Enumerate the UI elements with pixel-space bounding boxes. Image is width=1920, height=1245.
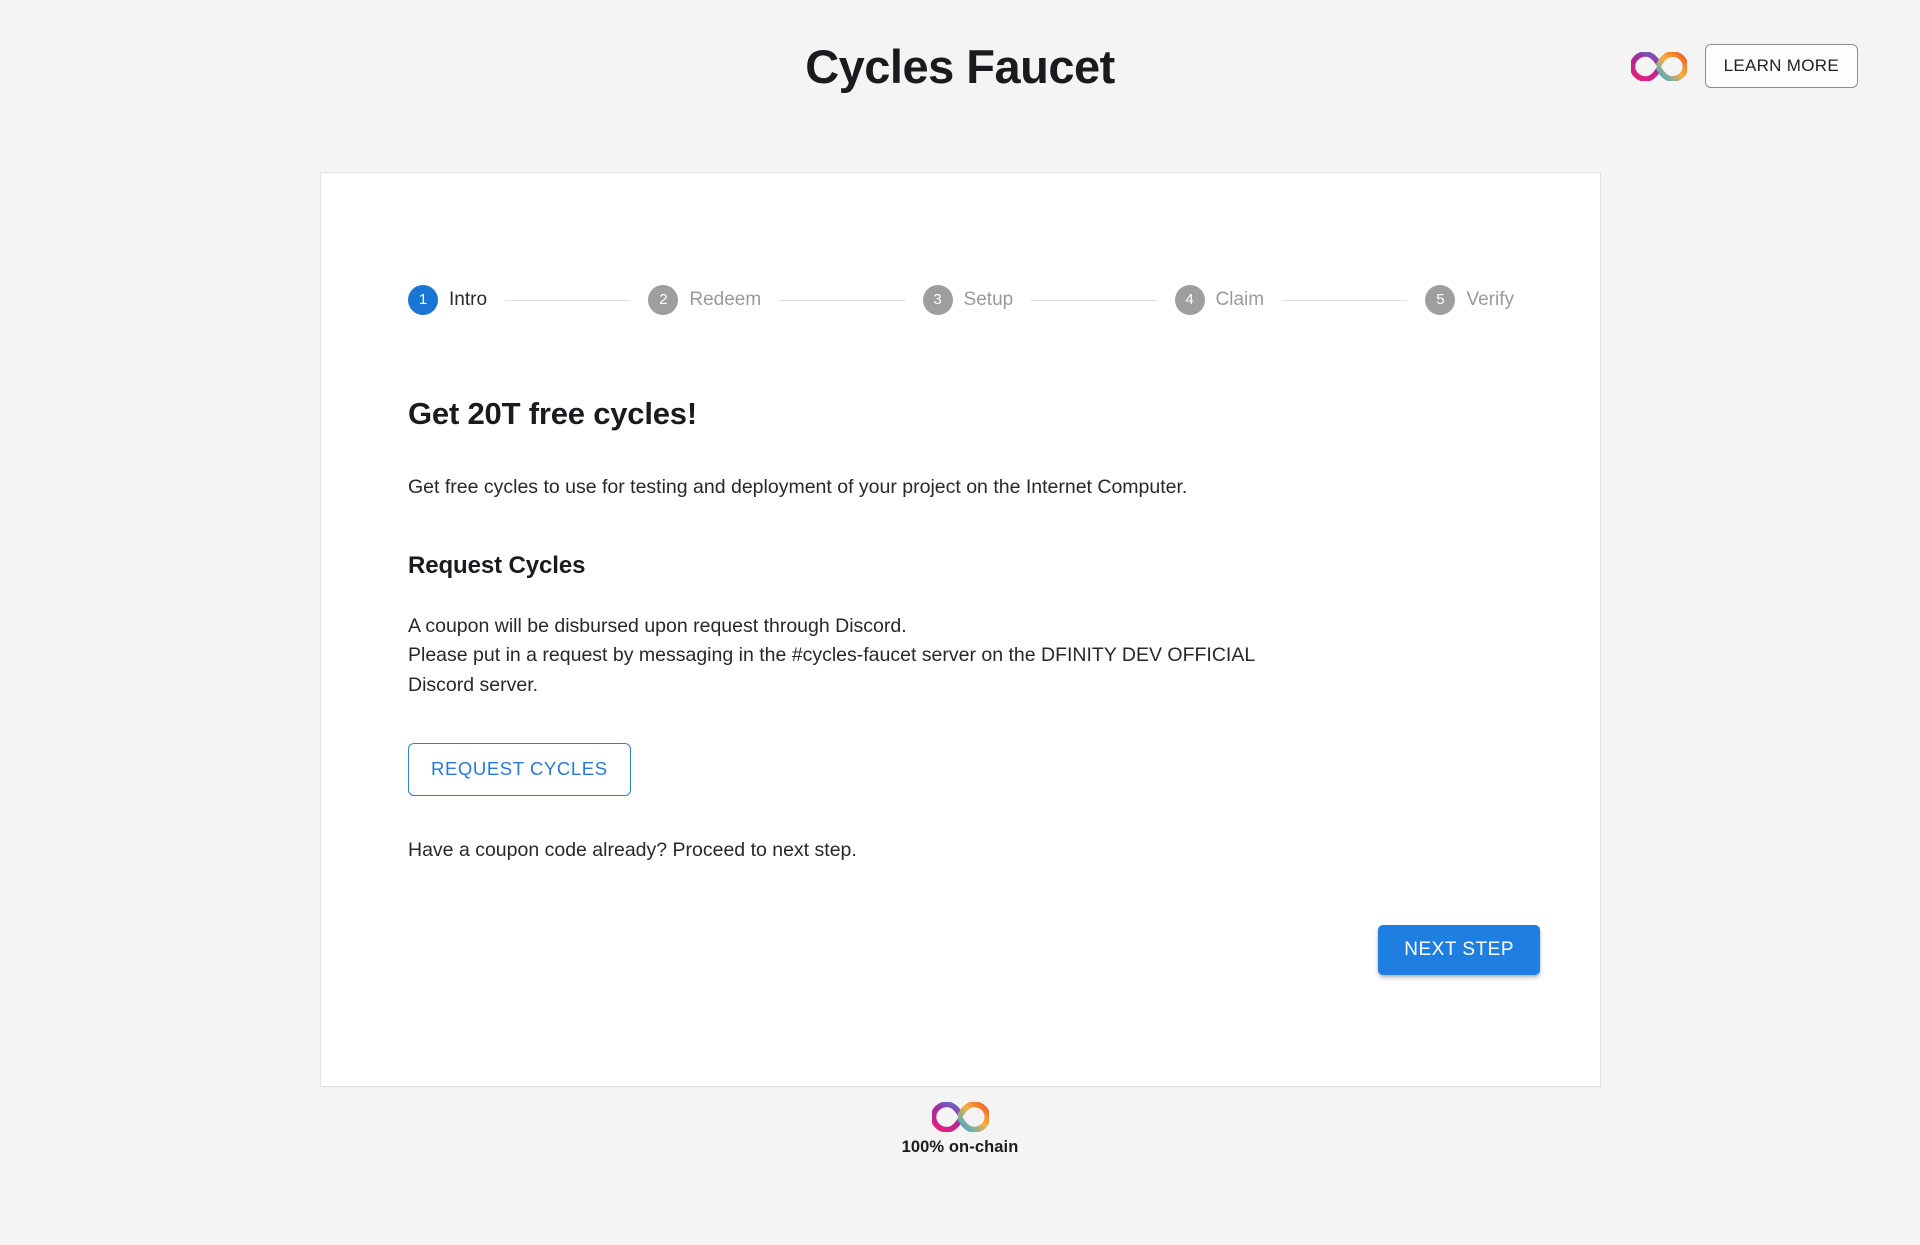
footer-tagline: 100% on-chain	[901, 1138, 1019, 1156]
next-step-button[interactable]: NEXT STEP	[1378, 925, 1540, 975]
footer-dfinity-infinity-logo-icon	[931, 1102, 989, 1132]
step-setup[interactable]: 3 Setup	[922, 285, 1014, 315]
intro-paragraph: Get free cycles to use for testing and d…	[408, 476, 1188, 498]
request-line-1: A coupon will be disbursed upon request …	[408, 614, 907, 637]
step-redeem[interactable]: 2 Redeem	[648, 285, 761, 315]
page-header: Cycles Faucet LEARN MORE	[0, 0, 1920, 132]
stepper: 1 Intro 2 Redeem 3 Setup 4 Claim 5 Verif	[408, 285, 1514, 315]
step-verify[interactable]: 5 Verify	[1425, 285, 1514, 315]
step-number-2: 2	[648, 285, 679, 315]
step-connector-3	[1031, 299, 1157, 301]
step-label-redeem: Redeem	[689, 289, 762, 310]
coupon-hint-text: Have a coupon code already? Proceed to n…	[408, 838, 857, 861]
step-number-1: 1	[408, 285, 438, 315]
page-footer: 100% on-chain	[0, 1102, 1920, 1157]
step-intro[interactable]: 1 Intro	[408, 285, 487, 315]
main-heading: Get 20T free cycles!	[408, 396, 697, 431]
header-actions: LEARN MORE	[1630, 44, 1858, 88]
step-connector-1	[505, 299, 631, 301]
step-number-3: 3	[922, 285, 953, 315]
step-connector-4	[1282, 299, 1408, 301]
step-number-4: 4	[1174, 285, 1205, 315]
request-line-2: Please put in a request by messaging in …	[408, 644, 1255, 696]
step-number-5: 5	[1425, 285, 1456, 315]
step-label-verify: Verify	[1466, 289, 1514, 310]
learn-more-button[interactable]: LEARN MORE	[1704, 44, 1858, 88]
step-connector-2	[779, 299, 905, 301]
page-title: Cycles Faucet	[805, 39, 1115, 93]
request-cycles-heading: Request Cycles	[408, 551, 586, 579]
step-claim[interactable]: 4 Claim	[1174, 285, 1265, 315]
request-cycles-button[interactable]: REQUEST CYCLES	[408, 742, 631, 796]
step-label-setup: Setup	[963, 289, 1014, 310]
step-label-intro: Intro	[449, 289, 488, 310]
dfinity-infinity-logo-icon	[1630, 51, 1687, 81]
faucet-card: 1 Intro 2 Redeem 3 Setup 4 Claim 5 Verif	[320, 172, 1601, 1087]
card-content: Get 20T free cycles! Get free cycles to …	[408, 396, 1540, 865]
app-root: Cycles Faucet LEARN MORE 1 Intro 2 Redee…	[0, 0, 1920, 1245]
card-actions: NEXT STEP	[1378, 925, 1540, 975]
step-label-claim: Claim	[1215, 289, 1265, 310]
